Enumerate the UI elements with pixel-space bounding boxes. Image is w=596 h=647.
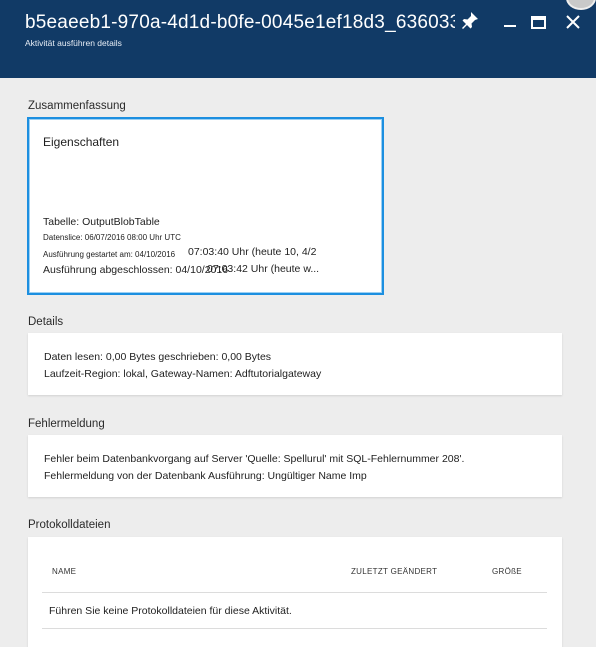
minimize-icon[interactable] [499,8,523,34]
column-header-name[interactable]: NAME [52,567,76,576]
details-card: Daten lesen: 0,00 Bytes geschrieben: 0,0… [28,333,562,395]
column-header-modified[interactable]: ZULETZT GEÄNDERT [351,567,437,576]
summary-section-label: Zusammenfassung [28,100,126,112]
data-read-written: Daten lesen: 0,00 Bytes geschrieben: 0,0… [44,351,272,363]
empty-logs-message: Führen Sie keine Protokolldateien für di… [49,605,292,617]
error-line-1: Fehler beim Datenbankvorgang auf Server … [44,453,465,465]
blade-title: b5eaeeb1-970a-4d1d-b0fe-0045e1ef18d3_636… [25,12,455,33]
error-card: Fehler beim Datenbankvorgang auf Server … [28,435,562,497]
pin-icon[interactable] [458,8,482,34]
logs-section-label: Protokolldateien [28,519,111,531]
blade-subtitle: Aktivität ausführen details [25,38,122,48]
run-started-time: 07:03:40 Uhr (heute 10, 4/2 [188,246,317,258]
properties-tile[interactable]: Eigenschaften Tabelle: OutputBlobTable D… [27,117,384,295]
run-finished-time: 07:03:42 Uhr (heute w... [207,263,320,275]
properties-tile-title: Eigenschaften [43,135,120,149]
close-icon[interactable] [561,8,585,34]
table-divider-bottom [42,628,547,629]
run-finished-label: Ausführung abgeschlossen: 04/10/2016 [43,264,229,276]
logs-card: NAME ZULETZT GEÄNDERT GRÖßE Führen Sie k… [28,537,562,647]
blade-header: b5eaeeb1-970a-4d1d-b0fe-0045e1ef18d3_636… [0,0,596,78]
error-line-2: Fehlermeldung von der Datenbank Ausführu… [44,470,367,482]
table-divider [42,592,547,593]
maximize-icon[interactable] [527,8,551,34]
run-started-label: Ausführung gestartet am: 04/10/2016 [43,250,176,259]
runtime-region: Laufzeit-Region: lokal, Gateway-Namen: A… [44,368,322,380]
details-section-label: Details [28,316,64,328]
column-header-size[interactable]: GRÖßE [492,567,522,576]
data-slice: Datenslice: 06/07/2016 08:00 Uhr UTC [43,233,181,242]
table-name: Tabelle: OutputBlobTable [43,216,160,228]
error-section-label: Fehlermeldung [28,418,105,430]
